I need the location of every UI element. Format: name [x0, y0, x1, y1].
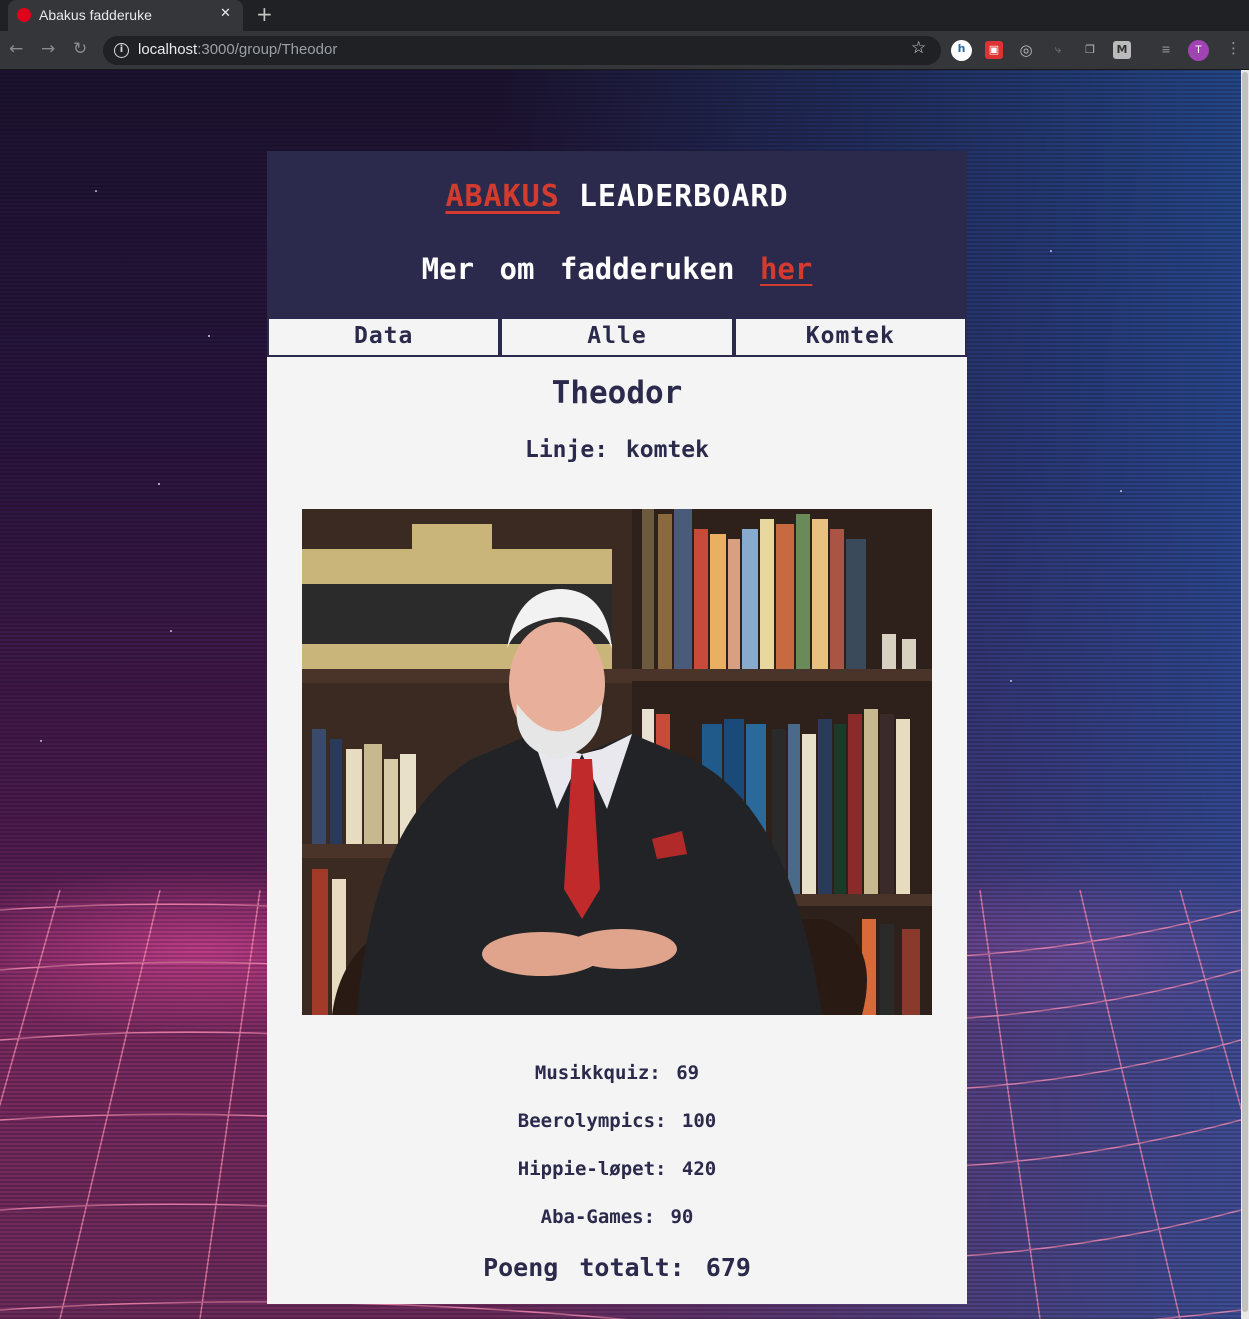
favicon-icon [17, 8, 31, 22]
bookmark-star-icon[interactable]: ☆ [911, 38, 926, 58]
extension-red-icon[interactable]: ▣ [985, 41, 1003, 59]
forward-icon[interactable]: → [41, 39, 55, 59]
close-tab-icon[interactable]: ✕ [220, 6, 231, 21]
score-aba-games: Aba-Games: 90 [540, 1206, 694, 1228]
reload-icon[interactable]: ↻ [73, 39, 87, 59]
back-icon[interactable]: ← [9, 39, 23, 59]
group-name: Theodor [551, 375, 683, 411]
subtitle-text: Mer om fadderuken [421, 252, 735, 286]
tab-komtek[interactable]: Komtek [733, 317, 967, 357]
score-hippie-lopet: Hippie-løpet: 420 [517, 1158, 717, 1180]
scrollbar-thumb[interactable] [1242, 72, 1248, 1312]
scrollbar[interactable] [1241, 70, 1249, 1319]
media-queue-icon[interactable]: ≡ [1157, 41, 1175, 59]
group-details: Theodor Linje: komtek Musikkquiz: 69 Bee… [267, 357, 967, 1304]
total-score: Poeng totalt: 679 [483, 1253, 751, 1282]
leaderboard-panel: ABAKUS LEADERBOARD Mer om fadderuken her… [267, 151, 967, 1304]
title-text: LEADERBOARD [578, 179, 789, 214]
brand-link[interactable]: ABAKUS [445, 179, 559, 214]
tab-title: Abakus fadderuke [39, 7, 152, 23]
tab-data[interactable]: Data [267, 317, 501, 357]
group-linje: Linje: komtek [524, 437, 709, 463]
extension-copy-icon[interactable]: ❐ [1081, 41, 1099, 59]
score-beerolympics: Beerolympics: 100 [517, 1110, 717, 1132]
browser-tabstrip: Abakus fadderuke ✕ + [0, 0, 1249, 31]
profile-avatar[interactable]: T [1188, 40, 1209, 61]
new-tab-icon[interactable]: + [256, 2, 273, 26]
info-icon[interactable]: i [114, 43, 129, 58]
tab-alle[interactable]: Alle [500, 317, 734, 357]
address-bar[interactable]: i localhost:3000/group/Theodor ☆ [103, 36, 941, 65]
group-photo-illustration [302, 509, 932, 1015]
more-info-link[interactable]: her [760, 252, 812, 286]
page-title: ABAKUS LEADERBOARD [267, 179, 967, 214]
score-musikkquiz: Musikkquiz: 69 [534, 1062, 700, 1084]
browser-toolbar: ← → ↻ i localhost:3000/group/Theodor ☆ h… [0, 31, 1249, 70]
browser-tab[interactable]: Abakus fadderuke ✕ [8, 0, 243, 31]
group-photo [302, 509, 932, 1015]
url-text[interactable]: localhost:3000/group/Theodor [138, 41, 337, 58]
extension-m-icon[interactable]: M [1113, 41, 1131, 59]
extension-puzzle-icon[interactable]: ⤷ [1049, 41, 1067, 59]
more-menu-icon[interactable]: ⋮ [1226, 39, 1241, 57]
subtitle: Mer om fadderuken her [267, 252, 967, 286]
category-tabs: Data Alle Komtek [267, 317, 967, 357]
extension-h-icon[interactable]: h [951, 40, 972, 61]
extension-target-icon[interactable]: ◎ [1017, 41, 1035, 59]
header: ABAKUS LEADERBOARD Mer om fadderuken her [267, 151, 967, 317]
